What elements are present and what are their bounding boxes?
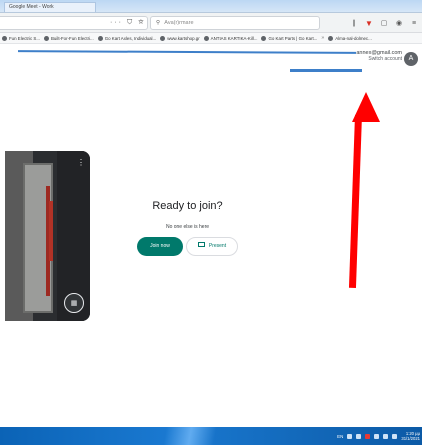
app-tray-icon[interactable] (356, 433, 362, 439)
chevron-up-icon[interactable] (347, 433, 353, 439)
present-button[interactable]: Present (186, 237, 238, 256)
page-actions[interactable]: ··· ⛉ ☆ (110, 16, 146, 30)
bookmark-icon (2, 35, 7, 41)
bookmark-icon (97, 35, 103, 41)
sidebar-icon[interactable]: ▢ (380, 19, 388, 27)
bookmark-icon (328, 35, 334, 41)
bookmark-icon (160, 35, 166, 41)
taskbar-clock[interactable]: 1:20 μμ 31/1/2021 (401, 431, 420, 441)
bookmarks-overflow[interactable]: » (321, 35, 324, 41)
browser-tab[interactable]: Google Meet - Work (4, 2, 96, 12)
search-placeholder: Ava(r)rmare (164, 20, 194, 26)
taskbar-glow (150, 427, 230, 445)
switch-account-link[interactable]: Switch account (330, 56, 402, 62)
annotation-arrow-head (352, 92, 380, 122)
present-icon (197, 242, 205, 248)
library-icon[interactable]: ∥ (350, 19, 358, 27)
bookmark-item[interactable]: Go Kart Axles, Individual... (97, 35, 156, 41)
menu-icon[interactable]: ≡ (410, 19, 418, 27)
clock-date: 31/1/2021 (401, 436, 420, 441)
bookmark-icon (44, 35, 49, 41)
annotation-arrow-shaft (348, 114, 362, 289)
join-now-button[interactable]: Join now (137, 237, 183, 256)
avatar[interactable]: A (404, 52, 418, 66)
bookmark-item[interactable]: Fun Electric S... (2, 35, 40, 41)
page-title: Ready to join? (152, 200, 223, 212)
windows-taskbar: EN 1:20 μμ 31/1/2021 (0, 427, 422, 445)
search-input[interactable]: ⚲ Ava(r)rmare (150, 16, 320, 30)
browser-title-bar: Google Meet - Work (0, 0, 422, 13)
volume-icon[interactable] (383, 433, 389, 439)
account-icon[interactable]: ◉ (395, 19, 403, 27)
bookmarks-bar: Fun Electric S... Built-For-Fun Electri.… (0, 33, 422, 44)
more-options-icon[interactable]: ⋮ (77, 159, 85, 167)
browser-toolbar: ··· ⛉ ☆ ⚲ Ava(r)rmare ∥ ▼ ▢ ◉ ≡ (0, 13, 422, 33)
toolbar-icons: ∥ ▼ ▢ ◉ ≡ (350, 16, 418, 30)
bookmark-icon (261, 35, 267, 41)
cloud-icon[interactable] (392, 433, 398, 439)
system-tray: EN 1:20 μμ 31/1/2021 (337, 427, 420, 445)
search-icon: ⚲ (156, 20, 161, 26)
bookmark-item[interactable]: www.kartshop.gr (160, 35, 200, 41)
bookmark-item[interactable]: ANTIAS KARTIKA-Kill... (203, 35, 257, 41)
bookmark-item[interactable]: Built-For-Fun Electri... (44, 35, 94, 41)
background-effects-icon: ▦ (70, 300, 78, 307)
network-icon[interactable] (374, 433, 380, 439)
annotation-underline (290, 69, 362, 72)
preview-detail (49, 201, 53, 261)
shield-icon[interactable]: ▼ (365, 19, 373, 28)
bookmark-icon (203, 35, 209, 41)
language-indicator[interactable]: EN (337, 434, 343, 439)
account-info[interactable]: annex@gmail.com Switch account (330, 50, 402, 62)
bookmark-item[interactable]: Go Kart Parts | Go Kart... (261, 35, 317, 41)
bookmark-item[interactable]: Alma-nal-dolmec... (328, 35, 372, 41)
background-effects-button[interactable]: ▦ (64, 293, 84, 313)
video-preview: ⋮ ▦ (5, 151, 90, 321)
participants-status: No one else is here (165, 224, 210, 230)
antivirus-icon[interactable] (365, 433, 371, 439)
annotation-line (17, 50, 357, 54)
